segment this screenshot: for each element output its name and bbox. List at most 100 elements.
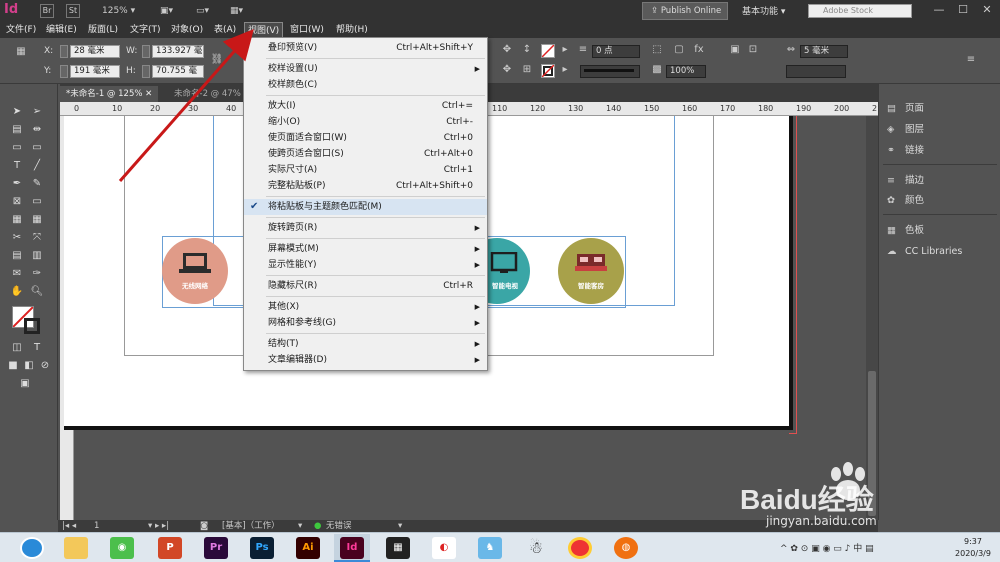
fill-swatch[interactable] — [541, 44, 555, 58]
content-placer-icon[interactable]: ▭ — [28, 140, 46, 156]
stroke-dropdown-icon[interactable]: ▸ — [558, 64, 572, 78]
selection-tool-icon[interactable]: ➤ — [8, 104, 26, 120]
rectangle-frame-tool-icon[interactable]: ⊠ — [8, 194, 26, 210]
view-menu-item[interactable]: 缩小(O) Ctrl+- — [244, 114, 487, 130]
close-button[interactable]: ✕ — [976, 1, 998, 19]
menu-type[interactable]: 文字(T) — [130, 22, 161, 38]
view-menu-item[interactable]: 文章编辑器(D) ▶ — [244, 352, 487, 368]
workspace-switcher[interactable]: 基本功能 ▾ — [742, 4, 785, 17]
vertical-scrollbar[interactable] — [866, 116, 878, 520]
frame-fitting-icon[interactable]: ⊡ — [746, 44, 760, 58]
note-tool-icon[interactable]: ✉ — [8, 266, 26, 282]
direct-selection-tool-icon[interactable]: ➢ — [28, 104, 46, 120]
type-tool-icon[interactable]: T — [8, 158, 26, 174]
table-tool-icon[interactable]: ▦ — [8, 212, 26, 228]
preflight-dropdown-icon[interactable]: ▾ — [398, 520, 402, 532]
control-panel-menu-icon[interactable]: ≡ — [964, 54, 978, 68]
menu-table[interactable]: 表(A) — [214, 22, 236, 38]
page-number-field[interactable]: 1 — [94, 520, 99, 532]
reference-point-icon[interactable]: ▦ — [14, 46, 28, 60]
corner-options-icon[interactable]: ⬚ — [650, 44, 664, 58]
arrange-documents-button[interactable]: ▦▾ — [230, 3, 243, 19]
opacity-field[interactable]: 100% — [666, 65, 706, 78]
panel-cc-libraries[interactable]: ☁ CC Libraries — [887, 243, 962, 261]
view-menu-item[interactable]: 网格和参考线(G) ▶ — [244, 315, 487, 331]
formatting-container-icon[interactable]: ◫ — [8, 340, 26, 356]
zoom-select[interactable]: 125% ▾ — [102, 3, 135, 19]
cloud-app-icon[interactable]: ♞ — [478, 537, 502, 559]
start-button[interactable] — [20, 537, 44, 559]
qq-icon[interactable]: ☃ — [524, 537, 548, 559]
shear-icon[interactable]: ↕ — [520, 44, 534, 58]
view-menu-item[interactable]: 放大(I) Ctrl+= — [244, 98, 487, 114]
rectangle-tool-icon[interactable]: ▭ — [28, 194, 46, 210]
pencil-tool-icon[interactable]: ✎ — [28, 176, 46, 192]
tab-document-2[interactable]: 未命名-2 @ 47% — [168, 86, 247, 102]
view-menu-item[interactable]: 屏幕模式(M) ▶ — [244, 241, 487, 257]
first-page-button[interactable]: |◂ ◂ — [62, 520, 76, 532]
text-wrap-icon[interactable]: ▣ — [728, 44, 742, 58]
line-tool-icon[interactable]: ╱ — [28, 158, 46, 174]
photoshop-icon[interactable]: Ps — [250, 537, 274, 559]
page-dropdown-icon[interactable]: ▾ ▸ ▸| — [148, 520, 169, 532]
stock-search-input[interactable]: Adobe Stock — [808, 4, 912, 18]
video-editor-icon[interactable]: ▦ — [386, 537, 410, 559]
flip-icon[interactable]: ✥ — [500, 64, 514, 78]
premiere-icon[interactable]: Pr — [204, 537, 228, 559]
view-menu-item[interactable]: 结构(T) ▶ — [244, 336, 487, 352]
panel-color[interactable]: ✿ 颜色 — [887, 192, 924, 210]
publish-online-button[interactable]: ⇪ Publish Online — [642, 2, 728, 20]
page-tool-icon[interactable]: ▤ — [8, 122, 26, 138]
bridge-button[interactable]: Br — [40, 4, 54, 18]
view-menu-item[interactable]: 隐藏标尺(R) Ctrl+R — [244, 278, 487, 294]
stock-button[interactable]: St — [66, 4, 80, 18]
chrome-icon[interactable] — [568, 537, 592, 559]
view-menu-item[interactable]: 完整粘贴板(P) Ctrl+Alt+Shift+0 — [244, 178, 487, 194]
view-menu-item[interactable]: 校样设置(U) ▶ — [244, 61, 487, 77]
browser-icon[interactable]: ◍ — [614, 537, 638, 559]
indesign-taskbar-icon[interactable]: Id — [340, 537, 364, 559]
eyedropper-tool-icon[interactable]: ✑ — [28, 266, 46, 282]
screen-mode-button[interactable]: ▭▾ — [196, 3, 209, 19]
app-icon[interactable]: ◐ — [432, 537, 456, 559]
stroke-swatch[interactable] — [541, 64, 555, 78]
drop-shadow-icon[interactable]: ▢ — [672, 44, 686, 58]
powerpoint-icon[interactable]: P — [158, 537, 182, 559]
scissors-tool-icon[interactable]: ✂ — [8, 230, 26, 246]
menu-view[interactable]: 视图(V) — [244, 22, 284, 38]
view-menu-item[interactable]: 校样颜色(C) — [244, 77, 487, 93]
illustrator-icon[interactable]: Ai — [296, 537, 320, 559]
minimize-button[interactable]: — — [928, 1, 950, 19]
tab-document-1[interactable]: *未命名-1 @ 125% ✕ — [60, 86, 159, 102]
gradient-tool-icon[interactable]: ▤ — [8, 248, 26, 264]
x-stepper[interactable] — [60, 45, 68, 58]
view-menu-item[interactable]: 显示性能(Y) ▶ — [244, 257, 487, 273]
pen-tool-icon[interactable]: ✒ — [8, 176, 26, 192]
content-collector-icon[interactable]: ▭ — [8, 140, 26, 156]
view-menu-item[interactable]: 使页面适合窗口(W) Ctrl+0 — [244, 130, 487, 146]
master-dropdown-icon[interactable]: ▾ — [298, 520, 302, 532]
panel-layers[interactable]: ◈ 图层 — [887, 121, 924, 139]
view-menu-item[interactable]: 旋转跨页(R) ▶ — [244, 220, 487, 236]
menu-layout[interactable]: 版面(L) — [88, 22, 118, 38]
y-field[interactable]: 191 毫米 — [70, 65, 120, 78]
constrain-proportions-icon[interactable]: ⛓ — [210, 54, 224, 68]
stroke-weight-field[interactable]: 0 点 — [592, 45, 640, 58]
panel-swatches[interactable]: ▦ 色板 — [887, 222, 924, 240]
grid-tool-icon[interactable]: ▦ — [28, 212, 46, 228]
zoom-tool-icon[interactable]: 🔍︎ — [28, 284, 46, 300]
h-field[interactable]: 70.755 毫 — [152, 65, 204, 78]
object-style-select[interactable] — [786, 65, 846, 78]
gradient-feather-tool-icon[interactable]: ▥ — [28, 248, 46, 264]
system-clock[interactable]: 9:37 2020/3/9 — [948, 536, 998, 560]
effects-icon[interactable]: fx — [692, 44, 706, 58]
free-transform-tool-icon[interactable]: ⤧ — [28, 230, 46, 246]
w-field[interactable]: 133.927 毫 — [152, 45, 204, 58]
panel-stroke[interactable]: ≡ 描边 — [887, 172, 924, 190]
wechat-icon[interactable]: ◉ — [110, 537, 134, 559]
file-explorer-icon[interactable] — [64, 537, 88, 559]
y-stepper[interactable] — [60, 65, 68, 78]
apply-none-icon[interactable]: ⊘ — [36, 358, 54, 374]
view-menu-item[interactable]: 叠印预览(V) Ctrl+Alt+Shift+Y — [244, 40, 487, 56]
tray-icons[interactable]: ^ ✿ ⊙ ▣ ◉ ▭ ♪ 中 ▤ — [780, 541, 874, 554]
